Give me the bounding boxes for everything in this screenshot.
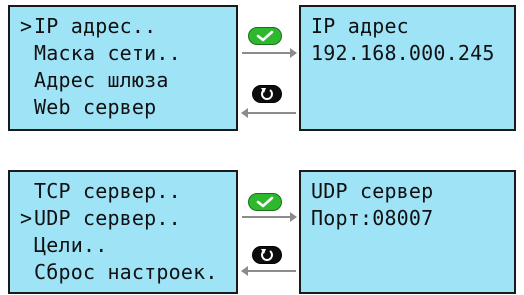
menu-item-web-server[interactable]: Web сервер: [20, 94, 236, 121]
back-button-2[interactable]: [252, 246, 282, 264]
menu-item-targets[interactable]: Цели..: [20, 232, 236, 259]
menu-item-label: IP адрес..: [34, 14, 157, 38]
menu-item-gateway-address[interactable]: Адрес шлюза: [20, 67, 236, 94]
info-value: 192.168.000.245: [311, 41, 495, 65]
menu-item-reset-settings[interactable]: Сброс настроек.: [20, 259, 236, 286]
info-screen-2: UDP сервер Порт:08007: [299, 170, 516, 294]
menu-item-tcp-server[interactable]: TCP сервер..: [20, 178, 236, 205]
menu-item-label: Адрес шлюза: [34, 68, 169, 92]
back-button-1[interactable]: [252, 85, 282, 103]
selection-cursor: >: [20, 206, 33, 230]
back-arrow-1: [241, 108, 296, 118]
menu-item-label: Web сервер: [34, 95, 157, 119]
menu-item-label: UDP сервер..: [34, 206, 181, 230]
menu-item-label: Маска сети..: [34, 41, 181, 65]
selection-cursor: >: [20, 14, 33, 38]
forward-arrow-1: [242, 48, 297, 58]
menu-screen-1: >IP адрес.. Маска сети.. Адрес шлюза Web…: [8, 5, 238, 131]
back-arrow-2: [241, 266, 296, 276]
menu-item-label: TCP сервер..: [34, 179, 181, 203]
check-icon: [256, 196, 274, 208]
info-screen-1: IP адрес 192.168.000.245: [299, 5, 516, 131]
return-icon: [261, 249, 273, 261]
return-icon: [261, 88, 273, 100]
info-title: UDP сервер: [311, 179, 434, 203]
menu-item-label: Цели..: [34, 233, 108, 257]
menu-item-ip-address[interactable]: >IP адрес..: [20, 13, 236, 40]
info-title: IP адрес: [311, 14, 409, 38]
forward-arrow-2: [242, 212, 297, 222]
ok-button-2[interactable]: [248, 193, 282, 211]
ok-button-1[interactable]: [248, 27, 282, 45]
info-value: Порт:08007: [311, 206, 434, 230]
menu-item-label: Сброс настроек.: [34, 260, 218, 284]
menu-screen-2: TCP сервер.. >UDP сервер.. Цели.. Сброс …: [8, 170, 238, 294]
check-icon: [256, 30, 274, 42]
menu-item-udp-server[interactable]: >UDP сервер..: [20, 205, 236, 232]
menu-item-subnet-mask[interactable]: Маска сети..: [20, 40, 236, 67]
